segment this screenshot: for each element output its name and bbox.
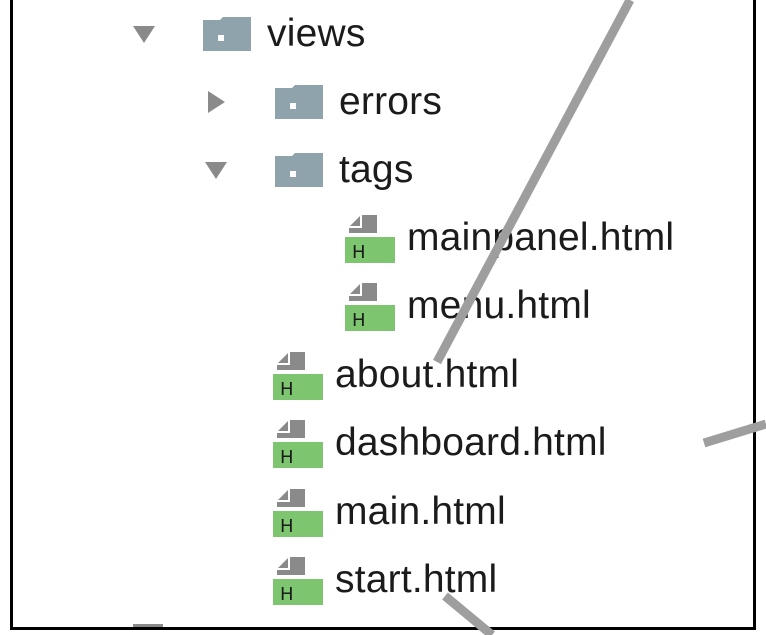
tree-file-about[interactable]: H about.html xyxy=(271,343,519,407)
html-file-icon: H xyxy=(271,348,325,402)
folder-icon xyxy=(275,153,323,187)
svg-text:H: H xyxy=(280,584,294,605)
tree-node-label: dashboard.html xyxy=(335,421,607,464)
tree-file-start[interactable]: H start.html xyxy=(271,548,497,612)
tree-file-mainpanel[interactable]: H mainpanel.html xyxy=(343,206,674,270)
folder-icon xyxy=(203,17,251,51)
partial-tree-row xyxy=(133,624,163,627)
file-tree: views errors tags H mainpanel.html H men… xyxy=(13,0,753,627)
html-file-icon: H xyxy=(271,553,325,607)
svg-text:H: H xyxy=(280,516,294,537)
html-file-icon: H xyxy=(271,416,325,470)
project-tree-panel: views errors tags H mainpanel.html H men… xyxy=(10,0,756,630)
html-file-icon: H xyxy=(271,485,325,539)
html-file-icon: H xyxy=(343,279,397,333)
tree-node-views[interactable]: views xyxy=(131,2,366,66)
expand-arrow-down-icon[interactable] xyxy=(203,157,229,183)
svg-text:H: H xyxy=(280,447,294,468)
svg-text:H: H xyxy=(352,310,366,331)
html-file-icon: H xyxy=(343,211,397,265)
folder-icon xyxy=(275,85,323,119)
tree-node-label: start.html xyxy=(335,558,498,601)
expand-arrow-right-icon[interactable] xyxy=(203,89,229,115)
tree-node-label: about.html xyxy=(335,353,520,396)
tree-node-label: errors xyxy=(339,80,443,123)
svg-text:H: H xyxy=(352,242,366,263)
tree-node-label: tags xyxy=(339,148,414,191)
tree-node-tags[interactable]: tags xyxy=(203,138,414,202)
tree-node-label: main.html xyxy=(335,490,506,533)
expand-arrow-down-icon[interactable] xyxy=(131,21,157,47)
tree-file-dashboard[interactable]: H dashboard.html xyxy=(271,411,607,475)
tree-node-label: views xyxy=(267,12,366,55)
tree-node-label: menu.html xyxy=(407,284,591,327)
tree-node-errors[interactable]: errors xyxy=(203,70,442,134)
tree-node-label: mainpanel.html xyxy=(407,216,675,259)
tree-file-main[interactable]: H main.html xyxy=(271,480,506,544)
tree-file-menu[interactable]: H menu.html xyxy=(343,274,591,338)
svg-text:H: H xyxy=(280,379,294,400)
